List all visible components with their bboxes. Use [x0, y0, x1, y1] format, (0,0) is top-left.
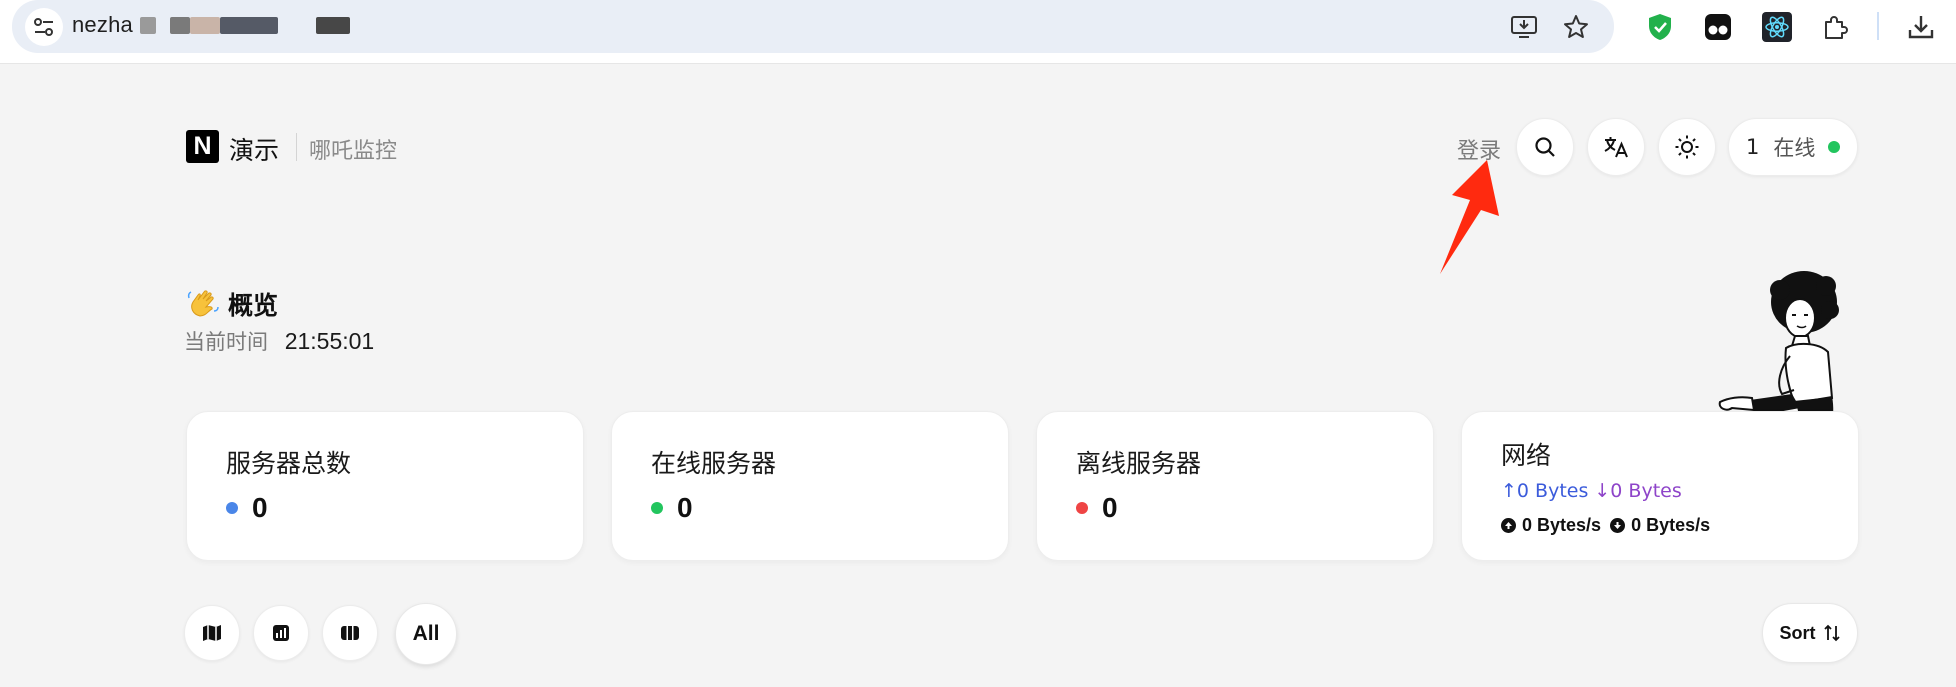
upload-total: ↑0 Bytes [1501, 480, 1589, 502]
install-app-icon[interactable] [1506, 9, 1542, 45]
current-time: 当前时间 21:55:01 [184, 326, 374, 356]
card-title: 在线服务器 [651, 449, 777, 478]
online-label: 在线 [1773, 136, 1816, 160]
card-title: 服务器总数 [226, 449, 352, 478]
status-dot [651, 502, 663, 514]
url-text[interactable]: nezha [72, 12, 133, 38]
grid-columns-icon [341, 626, 359, 640]
card-title: 网络 [1501, 441, 1552, 470]
brand-name[interactable]: 演示 [229, 131, 279, 167]
extensions-puzzle-icon[interactable] [1816, 8, 1854, 46]
online-status: 1 在线 [1728, 118, 1858, 176]
card-title: 离线服务器 [1076, 449, 1202, 478]
shield-extension-icon[interactable] [1641, 8, 1679, 46]
download-total: ↓0 Bytes [1594, 480, 1682, 502]
online-dot [1828, 141, 1841, 153]
network-card: 网络 ↑0 Bytes ↓0 Bytes 0 Bytes/s 0 Bytes/s [1461, 411, 1859, 561]
sort-button[interactable]: Sort [1762, 603, 1858, 663]
waving-hand-icon [187, 290, 219, 317]
redacted-url [190, 17, 220, 34]
brand-divider [296, 133, 297, 161]
map-view-button[interactable] [184, 605, 240, 661]
tampermonkey-extension-icon[interactable] [1699, 8, 1737, 46]
status-dot [226, 502, 238, 514]
logo[interactable]: N [186, 130, 219, 163]
status-dot [1076, 502, 1088, 514]
card-value: 0 [677, 492, 693, 523]
search-button[interactable] [1516, 118, 1574, 176]
toolbar-separator [1877, 12, 1879, 40]
overview-title-text: 概览 [228, 291, 279, 320]
network-speeds: 0 Bytes/s 0 Bytes/s [1501, 515, 1719, 536]
online-count: 1 [1746, 135, 1760, 159]
online-servers-card[interactable]: 在线服务器 0 [611, 411, 1009, 561]
redacted-url [316, 17, 350, 34]
site-settings-icon[interactable] [25, 8, 63, 46]
overview-title: 概览 [186, 286, 278, 322]
address-bar[interactable]: nezha [12, 0, 1614, 53]
redacted-url [220, 17, 278, 34]
filter-all-button[interactable]: All [395, 603, 457, 665]
theme-toggle-button[interactable] [1658, 118, 1716, 176]
bookmark-star-icon[interactable] [1558, 9, 1594, 45]
annotation-arrow [1440, 160, 1499, 274]
search-icon [1535, 137, 1555, 157]
language-button[interactable] [1587, 118, 1645, 176]
card-value: 0 [252, 492, 268, 523]
card-value: 0 [1102, 492, 1118, 523]
chart-view-icon [273, 625, 289, 641]
browser-toolbar: nezha [0, 0, 1956, 64]
map-view-icon [203, 625, 221, 641]
upload-arrow-icon [1501, 518, 1516, 533]
translate-icon [1604, 137, 1628, 158]
network-totals: ↑0 Bytes ↓0 Bytes [1501, 480, 1682, 502]
download-arrow-icon [1610, 518, 1626, 533]
downloads-icon[interactable] [1902, 8, 1940, 46]
total-servers-card[interactable]: 服务器总数 0 [186, 411, 584, 561]
offline-servers-card[interactable]: 离线服务器 0 [1036, 411, 1434, 561]
grid-view-button[interactable] [322, 605, 378, 661]
time-label: 当前时间 [184, 330, 268, 354]
upload-speed: 0 Bytes/s [1522, 515, 1602, 535]
redacted-url [170, 17, 190, 34]
redacted-url [140, 17, 156, 34]
time-value: 21:55:01 [284, 328, 375, 354]
sort-label: Sort [1779, 622, 1816, 643]
react-devtools-icon[interactable] [1758, 8, 1796, 46]
sun-icon [1675, 135, 1699, 159]
brand-subtitle: 哪吒监控 [309, 139, 398, 164]
chart-view-button[interactable] [253, 605, 309, 661]
sort-arrows-icon [1823, 624, 1840, 642]
download-speed: 0 Bytes/s [1631, 515, 1711, 535]
